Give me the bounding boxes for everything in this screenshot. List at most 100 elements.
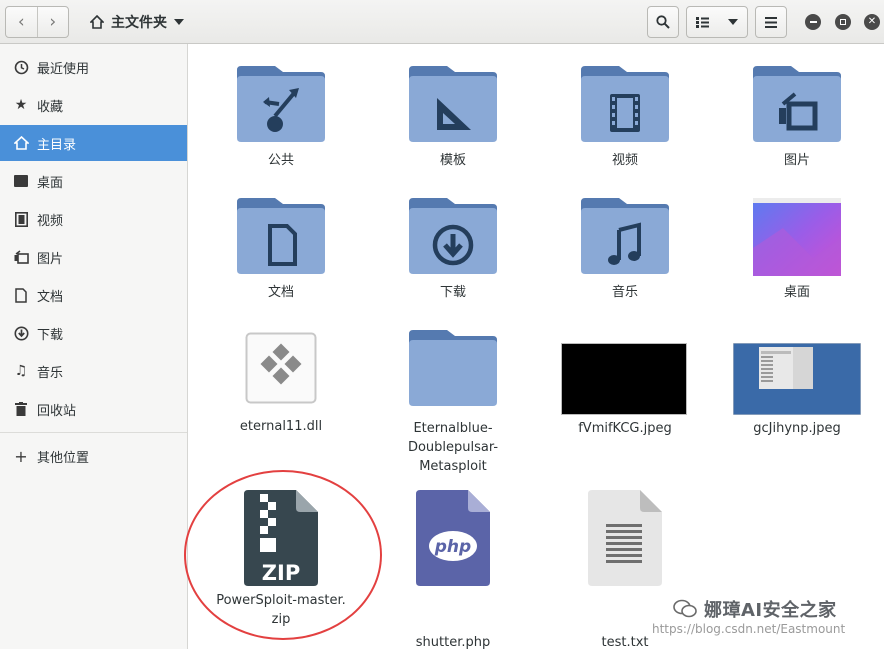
- sidebar-item-downloads[interactable]: 下载: [0, 315, 187, 351]
- folder-icon: [409, 330, 497, 406]
- file-name: 文档: [267, 285, 294, 300]
- file-item-documents[interactable]: 文档: [206, 194, 356, 314]
- nav-buttons: ‹ ›: [5, 6, 69, 38]
- file-item-templates[interactable]: 模板: [378, 62, 528, 182]
- sidebar-item-videos[interactable]: 视频: [0, 201, 187, 237]
- menu-button[interactable]: [755, 6, 787, 38]
- watermark-url: https://blog.csdn.net/Eastmount: [652, 622, 846, 636]
- file-name: eternal11.dll: [239, 419, 323, 434]
- file-name: 音乐: [611, 285, 638, 300]
- file-item-test-txt[interactable]: test.txt: [550, 488, 700, 650]
- chevron-down-icon: [727, 19, 738, 25]
- file-item-music[interactable]: 音乐: [550, 194, 700, 314]
- sidebar-item-documents[interactable]: 文档: [0, 277, 187, 313]
- picture-icon: [11, 250, 31, 264]
- view-mode-button[interactable]: [686, 6, 748, 38]
- plus-icon: +: [14, 446, 28, 466]
- file-item-desktop[interactable]: 桌面: [722, 194, 872, 314]
- file-item-gcjihynp-jpeg[interactable]: gcJihynp.jpeg: [722, 328, 872, 448]
- close-button[interactable]: ✕: [864, 14, 880, 30]
- sidebar-item-desktop[interactable]: 桌面: [0, 163, 187, 199]
- sidebar-item-starred[interactable]: ★ 收藏: [0, 87, 187, 123]
- desktop-icon: [11, 175, 31, 187]
- file-name: gcJihynp.jpeg: [753, 421, 841, 436]
- sidebar-separator: [0, 432, 187, 433]
- header-bar: ‹ › 主文件夹 ✕: [0, 0, 884, 44]
- desktop-thumbnail-icon: [753, 198, 841, 276]
- list-view-icon: [696, 16, 710, 28]
- folder-videos-icon: [581, 66, 669, 142]
- file-item-downloads[interactable]: 下载: [378, 194, 528, 314]
- sidebar-item-label: 回收站: [37, 403, 77, 419]
- watermark-text: 娜璋AI安全之家: [704, 600, 837, 621]
- sidebar-item-label: 最近使用: [37, 61, 90, 77]
- folder-public-icon: [237, 66, 325, 142]
- file-name: Metasploit: [419, 459, 487, 474]
- sidebar-item-recent[interactable]: 最近使用: [0, 49, 187, 85]
- video-icon: [11, 211, 31, 227]
- file-item-eternal11-dll[interactable]: eternal11.dll: [206, 328, 356, 448]
- folder-music-icon: [581, 198, 669, 274]
- file-item-shutter-php[interactable]: php shutter.php: [378, 488, 528, 650]
- file-name: 下载: [439, 285, 466, 300]
- sidebar-item-label: 收藏: [37, 99, 64, 115]
- forward-button[interactable]: ›: [38, 7, 69, 37]
- file-item-eternalblue-folder[interactable]: Eternalblue- Doublepulsar- Metasploit: [378, 328, 528, 478]
- sidebar-item-pictures[interactable]: 图片: [0, 239, 187, 275]
- maximize-button[interactable]: [835, 14, 851, 30]
- file-item-videos[interactable]: 视频: [550, 62, 700, 182]
- chevron-down-icon: [174, 19, 184, 25]
- search-button[interactable]: [647, 6, 679, 38]
- sidebar-item-label: 文档: [37, 289, 64, 305]
- php-file-icon: php: [416, 490, 490, 586]
- file-item-fvmifkcg-jpeg[interactable]: fVmifKCG.jpeg: [550, 328, 700, 448]
- folder-downloads-icon: [409, 198, 497, 274]
- file-item-pictures[interactable]: 图片: [722, 62, 872, 182]
- maximize-icon: [840, 19, 846, 25]
- minimize-button[interactable]: [805, 14, 821, 30]
- star-icon: ★: [14, 97, 28, 113]
- text-file-icon: [588, 490, 662, 586]
- menu-icon: [765, 16, 777, 28]
- sidebar-item-label: 其他位置: [37, 450, 90, 466]
- folder-documents-icon: [237, 198, 325, 274]
- close-icon: ✕: [867, 16, 877, 27]
- file-name: shutter.php: [415, 635, 491, 650]
- document-icon: [11, 287, 31, 303]
- path-bar-location[interactable]: 主文件夹: [80, 6, 194, 38]
- image-thumbnail: [561, 343, 687, 415]
- sidebar-item-label: 音乐: [37, 365, 64, 381]
- file-name: Doublepulsar-: [407, 440, 499, 455]
- sidebar-item-trash[interactable]: 回收站: [0, 391, 187, 427]
- folder-pictures-icon: [753, 66, 841, 142]
- forward-icon: ›: [49, 12, 57, 32]
- file-name: 视频: [611, 153, 638, 168]
- trash-icon: [11, 402, 31, 416]
- file-name: 公共: [267, 153, 294, 168]
- sidebar: 最近使用 ★ 收藏 主目录 桌面 视频 图片 文档 下载 ♫ 音乐 回收站 + …: [0, 44, 188, 649]
- sidebar-item-music[interactable]: ♫ 音乐: [0, 353, 187, 389]
- sidebar-item-label: 下载: [37, 327, 64, 343]
- sidebar-item-home[interactable]: 主目录: [0, 125, 187, 161]
- image-thumbnail: [733, 343, 861, 415]
- location-label: 主文件夹: [111, 15, 167, 31]
- back-button[interactable]: ‹: [6, 7, 38, 37]
- search-icon: [656, 15, 670, 29]
- home-icon: [11, 136, 31, 150]
- home-icon: [90, 15, 104, 29]
- sidebar-item-label: 桌面: [37, 175, 64, 191]
- back-icon: ‹: [17, 12, 25, 32]
- folder-templates-icon: [409, 66, 497, 142]
- dll-icon: [245, 332, 317, 404]
- file-name: fVmifKCG.jpeg: [578, 421, 672, 436]
- sidebar-item-label: 图片: [37, 251, 64, 267]
- file-name: 图片: [783, 153, 810, 168]
- clock-icon: [11, 60, 31, 75]
- file-item-public[interactable]: 公共: [206, 62, 356, 182]
- music-icon: ♫: [14, 363, 28, 379]
- sidebar-item-other-locations[interactable]: + 其他位置: [0, 438, 187, 474]
- php-icon-text: php: [434, 537, 471, 557]
- file-name: Eternalblue-: [413, 421, 493, 436]
- file-name: 桌面: [783, 285, 810, 300]
- sidebar-item-label: 视频: [37, 213, 64, 229]
